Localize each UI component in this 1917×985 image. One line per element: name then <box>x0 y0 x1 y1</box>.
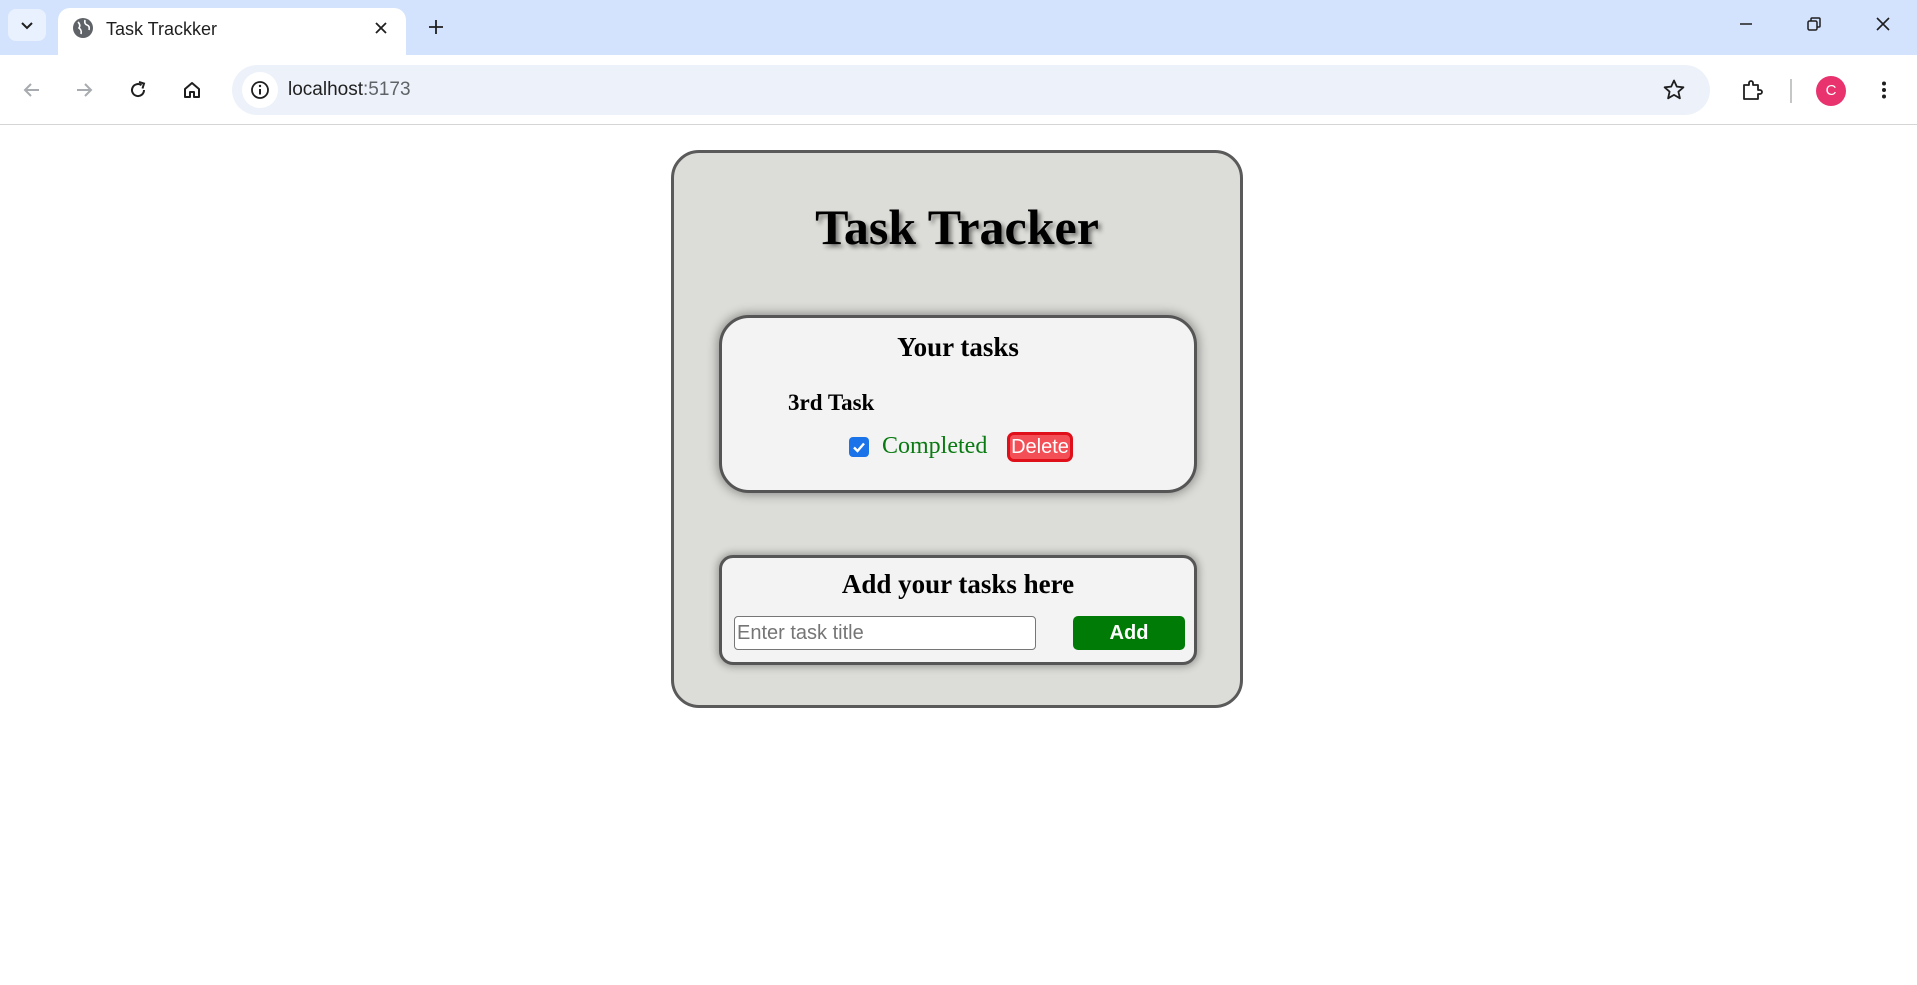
star-icon <box>1663 79 1685 100</box>
task-title-input[interactable] <box>734 616 1036 650</box>
tab-title: Task Trackker <box>106 19 218 39</box>
bookmark-button[interactable] <box>1658 74 1690 106</box>
close-icon <box>375 22 387 34</box>
close-window-button[interactable] <box>1855 6 1911 42</box>
back-button[interactable] <box>12 70 52 110</box>
address-bar[interactable]: localhost:5173 <box>232 65 1710 115</box>
puzzle-icon <box>1743 80 1763 100</box>
tasks-list-card: Your tasks 3rd Task Completed Delete <box>719 315 1197 493</box>
minimize-icon <box>1740 23 1752 25</box>
task-completed-checkbox[interactable] <box>849 437 869 457</box>
reload-button[interactable] <box>118 70 158 110</box>
url-host: localhost <box>288 79 363 100</box>
toolbar-divider <box>1790 79 1792 103</box>
tab-close-button[interactable] <box>368 15 394 41</box>
url-text: localhost:5173 <box>288 77 411 103</box>
home-icon <box>184 82 200 98</box>
browser-tab[interactable]: Task Trackker <box>58 8 406 55</box>
globe-icon <box>73 18 93 38</box>
task-status-label: Completed <box>882 433 988 459</box>
arrow-left-icon <box>23 83 39 97</box>
browser-toolbar: localhost:5173 C <box>0 55 1917 125</box>
tasks-heading: Your tasks <box>897 332 1019 362</box>
more-vertical-icon <box>1882 81 1886 99</box>
menu-button[interactable] <box>1864 70 1904 110</box>
task-tracker-panel: Task Tracker Your tasks 3rd Task Complet… <box>671 150 1243 708</box>
tab-strip: Task Trackker <box>0 0 1917 55</box>
page-title: Task Tracker <box>815 199 1099 255</box>
info-icon <box>251 81 269 99</box>
new-tab-button[interactable] <box>420 11 452 43</box>
delete-task-button[interactable]: Delete <box>1007 432 1073 462</box>
plus-icon <box>429 20 443 34</box>
checkmark-icon <box>853 442 865 453</box>
arrow-right-icon <box>77 83 93 97</box>
restore-icon <box>1807 17 1821 31</box>
tab-search-button[interactable] <box>8 9 46 41</box>
site-info-button[interactable] <box>242 72 278 108</box>
restore-button[interactable] <box>1786 6 1842 42</box>
close-icon <box>1876 17 1890 31</box>
chevron-down-icon <box>21 22 33 30</box>
add-task-heading: Add your tasks here <box>841 569 1075 599</box>
url-port: :5173 <box>363 79 411 100</box>
add-task-button[interactable]: Add <box>1073 616 1185 650</box>
profile-avatar[interactable]: C <box>1816 76 1846 106</box>
add-task-card: Add your tasks here Add <box>719 555 1197 665</box>
task-controls: Completed Delete <box>722 430 1194 464</box>
reload-icon <box>131 81 146 98</box>
extensions-button[interactable] <box>1732 70 1772 110</box>
minimize-button[interactable] <box>1718 6 1774 42</box>
home-button[interactable] <box>172 70 212 110</box>
task-title: 3rd Task <box>788 390 875 415</box>
forward-button[interactable] <box>64 70 104 110</box>
